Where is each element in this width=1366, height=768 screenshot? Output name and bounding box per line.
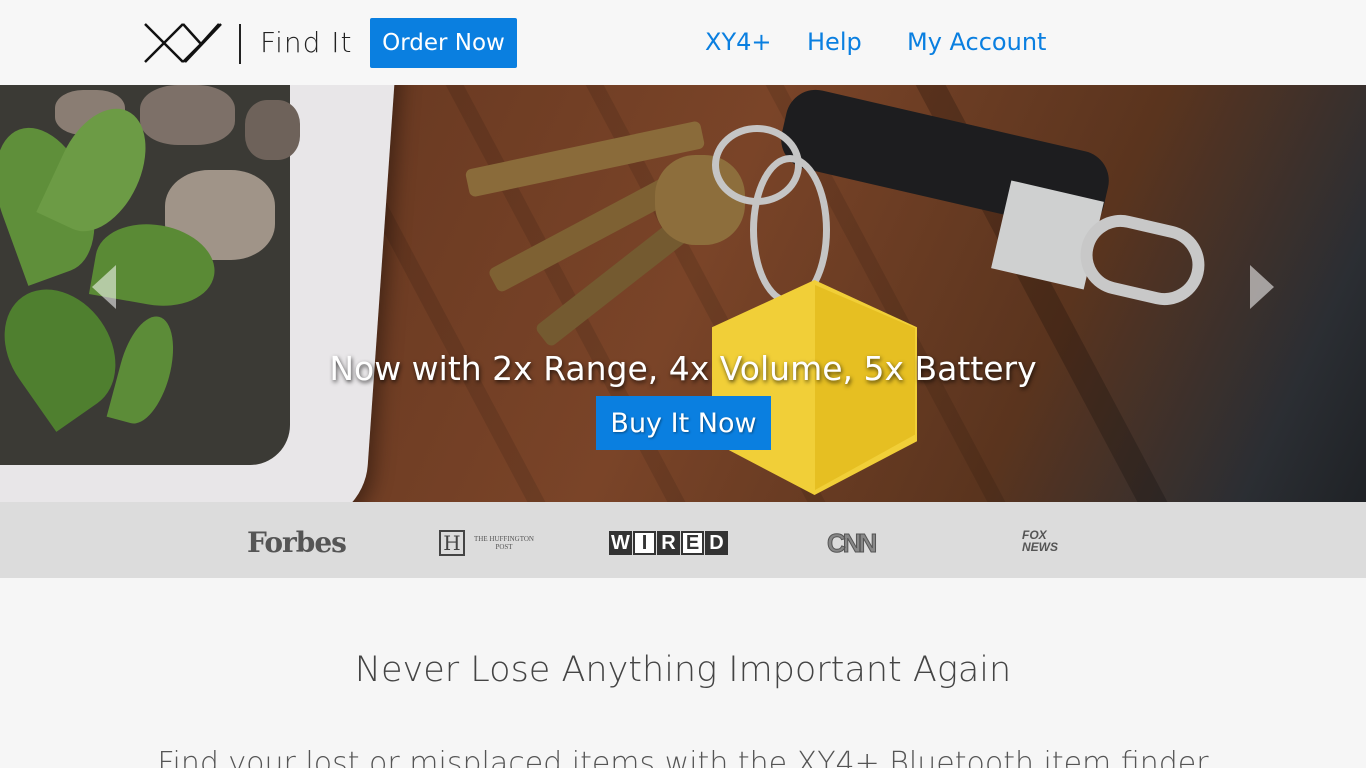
huffington-wordmark: THE HUFFINGTON POST <box>474 535 534 551</box>
site-tagline: Find It <box>260 26 353 59</box>
wired-letter: W <box>609 531 632 555</box>
press-logos-bar: Forbes H THE HUFFINGTON POST W I R E D C… <box>0 502 1366 578</box>
huffington-h-mark: H <box>439 530 465 556</box>
hero-headline: Now with 2x Range, 4x Volume, 5x Battery <box>329 349 1037 388</box>
section-headline: Never Lose Anything Important Again <box>354 650 1012 690</box>
wired-letter: E <box>681 531 704 555</box>
wired-logo: W I R E D <box>609 531 728 555</box>
wired-letter: R <box>657 531 680 555</box>
carousel-next-chevron-right-icon[interactable] <box>1250 265 1274 309</box>
nav-xy4plus[interactable]: XY4+ <box>705 28 771 56</box>
fox-news-logo: FOX NEWS <box>1022 528 1058 554</box>
logo-divider <box>239 24 241 64</box>
carousel-prev-chevron-left-icon[interactable] <box>92 265 116 309</box>
nav-help[interactable]: Help <box>807 28 862 56</box>
cnn-logo: CNN <box>826 528 877 559</box>
xy-logo-icon[interactable] <box>143 22 225 64</box>
buy-it-now-button[interactable]: Buy It Now <box>596 396 771 450</box>
stone <box>140 85 235 145</box>
site-header: Find It Order Now XY4+ Help My Account <box>0 0 1366 85</box>
hero-carousel: Now with 2x Range, 4x Volume, 5x Battery… <box>0 85 1366 502</box>
stone <box>245 100 300 160</box>
wired-letter: I <box>633 531 656 555</box>
section-subheadline: Find your lost or misplaced items with t… <box>157 746 1209 768</box>
nav-my-account[interactable]: My Account <box>907 28 1046 56</box>
huffington-post-logo: H THE HUFFINGTON POST <box>439 530 539 556</box>
order-now-button[interactable]: Order Now <box>370 18 517 68</box>
forbes-logo: Forbes <box>247 526 347 559</box>
wired-letter: D <box>705 531 728 555</box>
